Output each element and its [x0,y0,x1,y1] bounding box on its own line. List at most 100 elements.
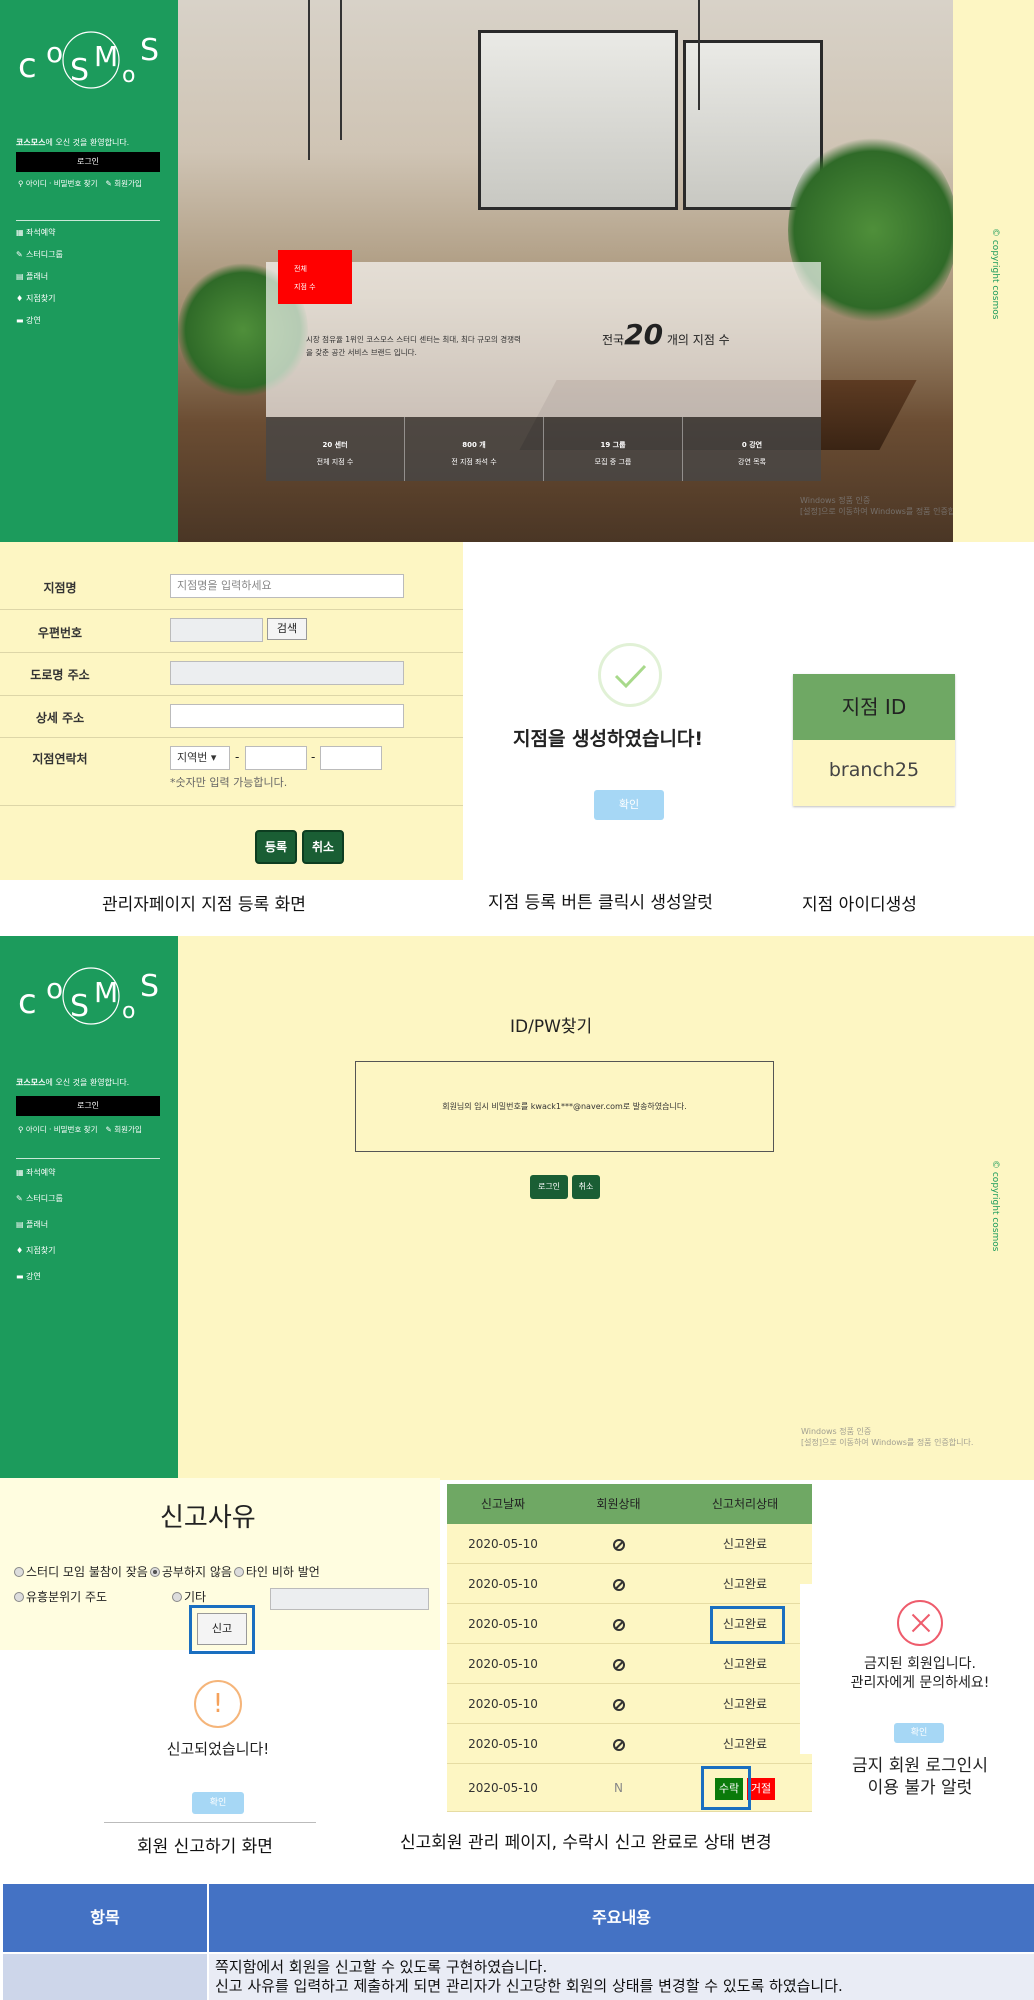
welcome-rest: 에 오신 것을 환영합니다. [45,1078,130,1087]
table-row: 2020-05-10 신고완료 [447,1564,812,1604]
create-alert-ok-button[interactable]: 확인 [594,790,664,820]
dash: - [311,750,316,764]
detail-address-input[interactable] [170,704,404,728]
option-label: 기타 [184,1590,207,1604]
pendant-lamp [698,0,700,110]
phone-middle-input[interactable] [245,746,307,770]
reject-button[interactable]: 거절 [746,1777,776,1800]
stat-label: 전체 지점 수 [316,458,354,466]
windows-line1: Windows 정품 인증 [800,496,871,505]
welcome-text: 코스모스에 오신 것을 환영합니다. [16,137,129,148]
find-login-button[interactable]: 로그인 [530,1175,568,1199]
sidebar-item-planner[interactable]: ▤ 플래너 [16,266,63,288]
col-report-result: 신고처리상태 [711,1497,779,1511]
menu-label: 스터디그룹 [26,1194,63,1203]
radio-button-selected[interactable] [149,1566,160,1577]
report-done-ok-button[interactable]: 확인 [192,1792,244,1814]
other-reason-input[interactable] [270,1588,429,1610]
cell-status: N [614,1781,623,1795]
sidebar-item-study-group[interactable]: ✎ 스터디그룹 [16,244,63,266]
search-icon: ⚲ [18,1125,24,1134]
phone-last-input[interactable] [320,746,382,770]
sidebar-item-reservation[interactable]: ▦ 좌석예약 [16,222,63,244]
stat-seats: 800 개전 지점 좌석 수 [405,417,543,481]
signup-link[interactable]: ✎ 회원가입 [106,178,142,189]
sidebar-item-study-group[interactable]: ✎ 스터디그룹 [16,1186,63,1212]
menu-label: 스터디그룹 [26,250,63,259]
login-button[interactable]: 로그인 [16,152,160,172]
calendar-icon: ▦ [16,228,24,237]
area-code-select[interactable]: 지역번 ▾ [170,746,230,770]
cell-result: 신고완료 [722,1657,768,1671]
summary-cell-content: 쪽지함에서 회원을 신고할 수 있도록 구현하였습니다. 신고 사유를 입력하고… [209,1954,1034,2000]
menu-label: 좌석예약 [26,228,56,237]
form-row-road-address: 도로명 주소 [0,653,463,696]
stat-value: 20 센터 [322,441,348,449]
select-value: 지역번 [177,751,208,764]
find-cancel-button[interactable]: 취소 [572,1175,600,1199]
cell-result: 신고완료 [722,1577,768,1591]
radio-button[interactable] [14,1566,24,1577]
account-links: ⚲ 아이디 · 비밀번호 찾기 ✎ 회원가입 [18,1124,142,1135]
find-page-main [178,936,1034,1480]
cosmos-logo[interactable]: c o S M o S [16,958,166,1038]
find-id-pw-link[interactable]: ⚲ 아이디 · 비밀번호 찾기 [18,178,98,189]
banned-ok-button[interactable]: 확인 [894,1723,944,1743]
sidebar-item-lecture[interactable]: ▬ 강연 [16,1264,63,1290]
menu-label: 좌석예약 [26,1168,56,1177]
branch-id-value: branch25 [828,759,920,781]
form-row-contact: 지점연락처 지역번 ▾ - - *숫자만 입력 가능합니다. [0,738,463,806]
cosmos-logo[interactable]: c o S M o S [16,22,166,102]
result-highlight [710,1606,785,1644]
windows-activation: Windows 정품 인증 [설정]으로 이동하여 Windows를 정품 인증… [800,495,972,517]
accept-highlight [701,1766,751,1810]
numbers-only-note: *숫자만 입력 가능합니다. [170,776,288,789]
radio-button[interactable] [233,1566,244,1577]
radio-button[interactable] [172,1591,182,1602]
ban-icon [612,1738,625,1751]
welcome-name: 코스모스 [16,138,46,147]
sidebar-divider [16,1158,160,1159]
svg-text:S: S [70,989,89,1024]
stat-label: 모집 중 그룹 [594,458,632,466]
report-table: 신고날짜 회원상태 신고처리상태 2020-05-10 신고완료 2020-05… [447,1484,812,1812]
summary-header-content: 주요내용 [209,1884,1034,1952]
temp-password-message: 회원님의 임시 비밀번호를 kwack1***@naver.com로 발송하였습… [355,1061,774,1152]
caption-branch-form: 관리자페이지 지점 등록 화면 [102,895,306,915]
form-label: 우편번호 [37,626,83,640]
report-submit-button[interactable]: 신고 [197,1613,247,1645]
branch-id-header: 지점 ID [793,674,955,740]
sidebar-item-find-branch[interactable]: ♦ 지점찾기 [16,1238,63,1264]
sidebar-menu: ▦ 좌석예약 ✎ 스터디그룹 ▤ 플래너 ♦ 지점찾기 ▬ 강연 [16,222,63,332]
svg-text:c: c [18,982,37,1022]
zip-input[interactable] [170,618,263,642]
menu-label: 지점찾기 [26,294,56,303]
pencil-icon: ✎ [16,1194,23,1203]
sidebar-item-lecture[interactable]: ▬ 강연 [16,310,63,332]
form-label: 지점연락처 [32,752,88,766]
login-button[interactable]: 로그인 [16,1096,160,1116]
radio-button[interactable] [14,1591,24,1602]
sidebar-item-planner[interactable]: ▤ 플래너 [16,1212,63,1238]
branch-id-card: 지점 ID branch25 [793,674,955,806]
report-options-row-2b: 기타 [172,1588,206,1605]
road-address-input[interactable] [170,661,404,685]
signup-link[interactable]: ✎ 회원가입 [106,1124,142,1135]
register-button[interactable]: 등록 [255,830,297,864]
cell-status [559,1604,678,1643]
sidebar-item-find-branch[interactable]: ♦ 지점찾기 [16,288,63,310]
cancel-button[interactable]: 취소 [302,830,344,864]
table-row: 2020-05-10 신고완료 [447,1644,812,1684]
svg-text:o: o [46,36,63,69]
branch-name-input[interactable]: 지점명을 입력하세요 [170,574,404,598]
report-title: 신고사유 [160,1503,256,1533]
menu-label: 강연 [26,1272,41,1281]
find-id-pw-link[interactable]: ⚲ 아이디 · 비밀번호 찾기 [18,1124,98,1135]
dash: - [235,750,240,764]
cell-date: 2020-05-10 [468,1537,538,1551]
windows-line2: [설정]으로 이동하여 Windows를 정품 인증합니다. [801,1438,974,1447]
sidebar-item-reservation[interactable]: ▦ 좌석예약 [16,1160,63,1186]
menu-label: 플래너 [26,272,49,281]
svg-text:M: M [94,40,118,73]
zip-search-button[interactable]: 검색 [267,618,307,640]
